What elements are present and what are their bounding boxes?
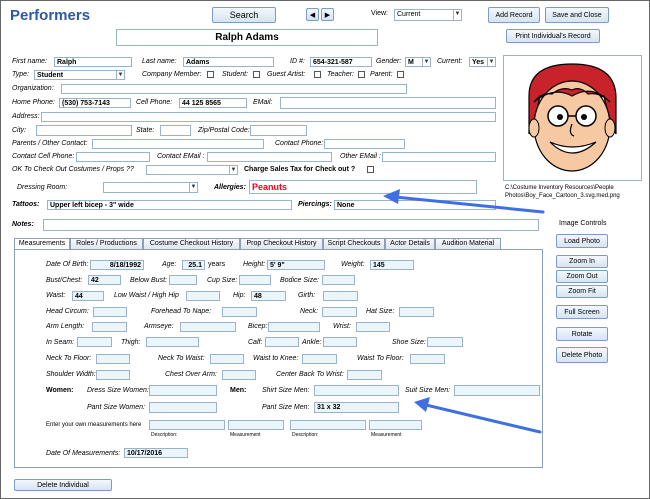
arrow-to-pant-size — [414, 397, 542, 434]
annotation-arrows — [383, 189, 545, 434]
arrow-to-allergies — [383, 189, 545, 214]
